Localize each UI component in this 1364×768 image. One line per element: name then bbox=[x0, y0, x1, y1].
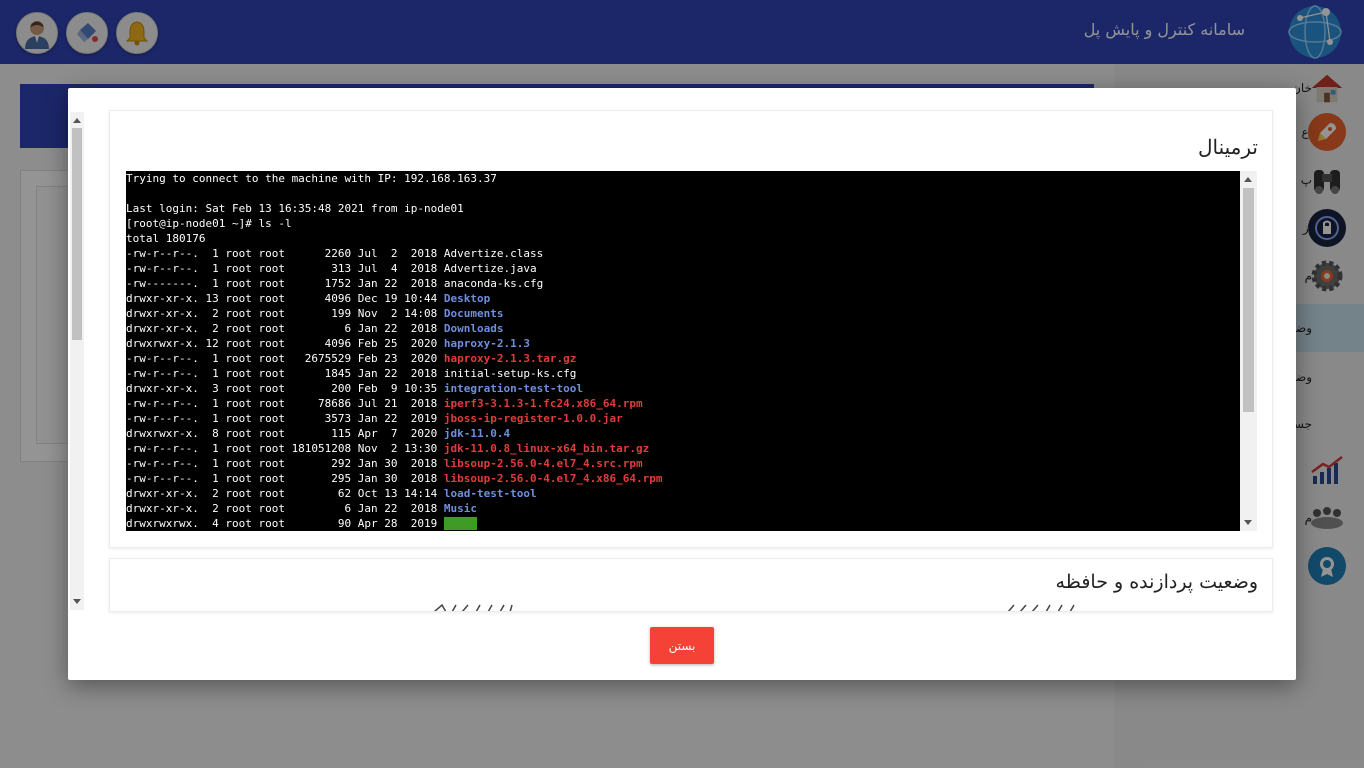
memory-gauge-label-fragment bbox=[1007, 604, 1075, 611]
modal-scrollbar[interactable] bbox=[70, 112, 84, 610]
terminal-text: [root@ip-node01 ~]# ls -l bbox=[126, 217, 292, 230]
terminal-text: drwxrwxrwx. 4 root root 90 Apr 28 2019 bbox=[126, 517, 444, 530]
terminal-line: Trying to connect to the machine with IP… bbox=[126, 171, 1240, 186]
terminal-directory-name: haproxy-2.1.3 bbox=[443, 337, 530, 350]
terminal-text: drwxr-xr-x. 3 root root 200 Feb 9 10:35 bbox=[126, 382, 444, 395]
terminal-output[interactable]: Trying to connect to the machine with IP… bbox=[126, 171, 1240, 531]
terminal-archive-name: libsoup-2.56.0-4.el7_4.src.rpm bbox=[443, 457, 643, 470]
terminal-directory-name: load-test-tool bbox=[443, 487, 537, 500]
scrollbar-thumb[interactable] bbox=[1243, 188, 1254, 412]
terminal-text: -rw-r--r--. 1 root root 313 Jul 4 2018 bbox=[126, 262, 444, 275]
terminal-text: total 180176 bbox=[126, 232, 206, 245]
terminal-text: drwxrwxr-x. 12 root root 4096 Feb 25 202… bbox=[126, 337, 444, 350]
terminal-line: drwxr-xr-x. 3 root root 200 Feb 9 10:35 … bbox=[126, 381, 1240, 396]
terminal-text: drwxr-xr-x. 2 root root 199 Nov 2 14:08 bbox=[126, 307, 444, 320]
terminal-line: -rw-r--r--. 1 root root 1845 Jan 22 2018… bbox=[126, 366, 1240, 381]
terminal-text: drwxrwxr-x. 8 root root 115 Apr 7 2020 bbox=[126, 427, 444, 440]
terminal-modal: ترمینال Trying to connect to the machine… bbox=[68, 88, 1296, 680]
terminal-archive-name: iperf3-3.1.3-1.fc24.x86_64.rpm bbox=[443, 397, 643, 410]
scroll-up-arrow-icon[interactable] bbox=[73, 118, 81, 123]
terminal-line: -rw-r--r--. 1 root root 313 Jul 4 2018 A… bbox=[126, 261, 1240, 276]
terminal-archive-name: libsoup-2.56.0-4.el7_4.x86_64.rpm bbox=[443, 472, 663, 485]
terminal-line: total 180176 bbox=[126, 231, 1240, 246]
scrollbar-thumb[interactable] bbox=[72, 128, 82, 340]
terminal-directory-name: Documents bbox=[443, 307, 504, 320]
terminal-line: -rw-r--r--. 1 root root 292 Jan 30 2018 … bbox=[126, 456, 1240, 471]
terminal-line: drwxr-xr-x. 2 root root 62 Oct 13 14:14 … bbox=[126, 486, 1240, 501]
terminal-directory-name: jdk-11.0.4 bbox=[443, 427, 511, 440]
terminal-line: -rw-r--r--. 1 root root 2260 Jul 2 2018 … bbox=[126, 246, 1240, 261]
terminal-scrollbar[interactable] bbox=[1240, 171, 1257, 531]
terminal-text: -rw-r--r--. 1 root root 2260 Jul 2 2018 bbox=[126, 247, 444, 260]
cpu-memory-card-title: وضعیت پردازنده و حافظه bbox=[1055, 571, 1258, 593]
terminal-text: Last login: Sat Feb 13 16:35:48 2021 fro… bbox=[126, 202, 464, 215]
terminal-line: drwxr-xr-x. 2 root root 199 Nov 2 14:08 … bbox=[126, 306, 1240, 321]
terminal-text: Trying to connect to the machine with IP… bbox=[126, 172, 497, 185]
terminal-line: drwxr-xr-x. 13 root root 4096 Dec 19 10:… bbox=[126, 291, 1240, 306]
terminal-line: -rw-r--r--. 1 root root 181051208 Nov 2 … bbox=[126, 441, 1240, 456]
terminal-directory-name: Music bbox=[443, 502, 478, 515]
terminal-line: -rw-r--r--. 1 root root 78686 Jul 21 201… bbox=[126, 396, 1240, 411]
terminal-line: drwxr-xr-x. 2 root root 6 Jan 22 2018 Do… bbox=[126, 321, 1240, 336]
terminal-text: -rw-r--r--. 1 root root 1845 Jan 22 2018 bbox=[126, 367, 444, 380]
terminal-text: anaconda-ks.cfg bbox=[443, 277, 544, 290]
terminal-text: Advertize.java bbox=[443, 262, 537, 275]
terminal-text: -rw-r--r--. 1 root root 2675529 Feb 23 2… bbox=[126, 352, 444, 365]
scroll-up-arrow-icon[interactable] bbox=[1244, 177, 1252, 182]
terminal-text: drwxr-xr-x. 2 root root 6 Jan 22 2018 bbox=[126, 322, 444, 335]
terminal-text: -rw-r--r--. 1 root root 3573 Jan 22 2019 bbox=[126, 412, 444, 425]
terminal-line: -rw-r--r--. 1 root root 2675529 Feb 23 2… bbox=[126, 351, 1240, 366]
terminal-highlighted-name: Nahar bbox=[443, 517, 478, 530]
terminal-text: drwxr-xr-x. 2 root root 6 Jan 22 2018 bbox=[126, 502, 444, 515]
terminal-text: Advertize.class bbox=[443, 247, 544, 260]
terminal-card-title: ترمینال bbox=[1197, 135, 1258, 159]
terminal-directory-name: Desktop bbox=[443, 292, 491, 305]
terminal-text: initial-setup-ks.cfg bbox=[443, 367, 577, 380]
terminal-line: drwxrwxr-x. 8 root root 115 Apr 7 2020 j… bbox=[126, 426, 1240, 441]
terminal-line: Last login: Sat Feb 13 16:35:48 2021 fro… bbox=[126, 201, 1240, 216]
terminal-text: -rw-r--r--. 1 root root 295 Jan 30 2018 bbox=[126, 472, 444, 485]
cpu-gauge-label-fragment bbox=[434, 603, 513, 611]
scroll-down-arrow-icon[interactable] bbox=[73, 599, 81, 604]
terminal-archive-name: jboss-ip-register-1.0.0.jar bbox=[443, 412, 623, 425]
terminal-text: drwxr-xr-x. 13 root root 4096 Dec 19 10:… bbox=[126, 292, 444, 305]
terminal-line: drwxr-xr-x. 2 root root 6 Jan 22 2018 Mu… bbox=[126, 501, 1240, 516]
terminal-text: -rw-r--r--. 1 root root 78686 Jul 21 201… bbox=[126, 397, 444, 410]
terminal-directory-name: integration-test-tool bbox=[443, 382, 583, 395]
terminal-line: [root@ip-node01 ~]# ls -l bbox=[126, 216, 1240, 231]
terminal-text: -rw-r--r--. 1 root root 181051208 Nov 2 … bbox=[126, 442, 444, 455]
scroll-down-arrow-icon[interactable] bbox=[1244, 520, 1252, 525]
terminal-text: drwxr-xr-x. 2 root root 62 Oct 13 14:14 bbox=[126, 487, 444, 500]
terminal-text: -rw-------. 1 root root 1752 Jan 22 2018 bbox=[126, 277, 444, 290]
close-button[interactable]: بستن bbox=[650, 627, 714, 664]
terminal-window[interactable]: Trying to connect to the machine with IP… bbox=[126, 171, 1257, 531]
terminal-line: drwxrwxr-x. 12 root root 4096 Feb 25 202… bbox=[126, 336, 1240, 351]
terminal-line: -rw-------. 1 root root 1752 Jan 22 2018… bbox=[126, 276, 1240, 291]
terminal-line: -rw-r--r--. 1 root root 295 Jan 30 2018 … bbox=[126, 471, 1240, 486]
terminal-line: drwxrwxrwx. 4 root root 90 Apr 28 2019 N… bbox=[126, 516, 1240, 531]
terminal-archive-name: jdk-11.0.8_linux-x64_bin.tar.gz bbox=[443, 442, 650, 455]
terminal-archive-name: haproxy-2.1.3.tar.gz bbox=[443, 352, 577, 365]
terminal-directory-name: Downloads bbox=[443, 322, 504, 335]
terminal-text: -rw-r--r--. 1 root root 292 Jan 30 2018 bbox=[126, 457, 444, 470]
terminal-line: -rw-r--r--. 1 root root 3573 Jan 22 2019… bbox=[126, 411, 1240, 426]
cpu-memory-card: وضعیت پردازنده و حافظه bbox=[109, 558, 1273, 612]
terminal-card: ترمینال Trying to connect to the machine… bbox=[109, 110, 1273, 548]
